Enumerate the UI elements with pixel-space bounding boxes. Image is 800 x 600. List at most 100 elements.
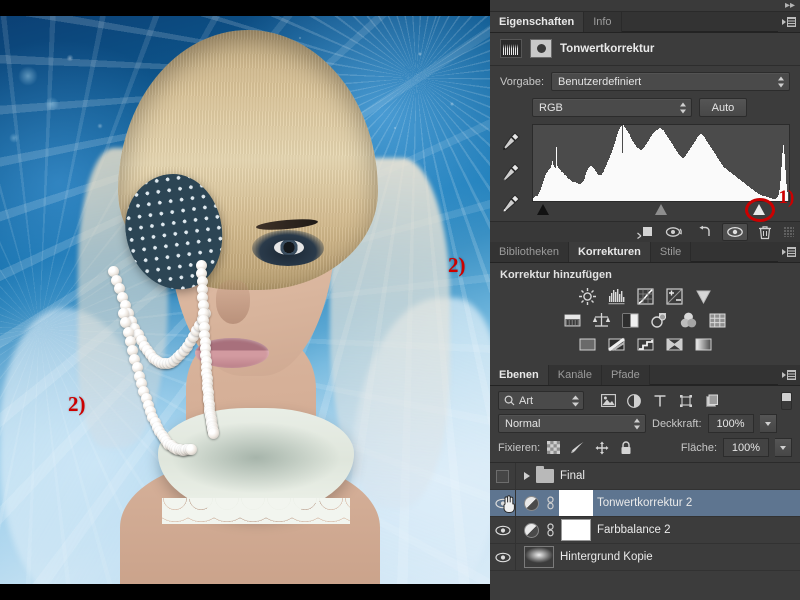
tab-pfade[interactable]: Pfade xyxy=(602,365,650,385)
layer-list[interactable]: Final Tonwertkorrektur 2 Farbbalance 2 Hint… xyxy=(490,462,800,600)
properties-footer xyxy=(490,221,800,242)
curves-icon[interactable] xyxy=(634,286,656,306)
set-white-point-eyedropper[interactable] xyxy=(500,192,522,214)
fill-value[interactable]: 100% xyxy=(723,438,769,457)
lock-transparency-icon[interactable] xyxy=(546,440,561,455)
reset-icon[interactable] xyxy=(692,223,718,241)
black-point-handle[interactable] xyxy=(536,204,550,215)
photo-filter-icon[interactable] xyxy=(649,310,671,330)
layer-mask-thumbnail[interactable] xyxy=(559,490,593,516)
filter-kind-select[interactable]: Art xyxy=(498,391,584,410)
tabbar-filler xyxy=(691,242,778,262)
layer-mask-icon[interactable] xyxy=(530,39,552,58)
vibrance-icon[interactable] xyxy=(692,286,714,306)
tab-kanaele[interactable]: Kanäle xyxy=(548,365,602,385)
image-nose xyxy=(216,280,250,324)
layer-row[interactable]: Final xyxy=(490,463,800,490)
lock-image-pixels-icon[interactable] xyxy=(570,440,585,455)
layer-row-content[interactable]: Hintergrund Kopie xyxy=(516,546,800,568)
layer-row[interactable]: Farbbalance 2 xyxy=(490,517,800,544)
adjustments-row-1 xyxy=(500,286,790,306)
lock-all-icon[interactable] xyxy=(618,440,633,455)
image-lace-feather-collar xyxy=(158,408,354,524)
tab-korrekturen[interactable]: Korrekturen xyxy=(568,242,651,262)
white-point-handle[interactable] xyxy=(752,204,766,215)
posterize-icon[interactable] xyxy=(605,334,627,354)
filter-enable-toggle[interactable] xyxy=(781,391,792,410)
layer-visibility-off[interactable] xyxy=(490,463,516,489)
image-letterbox-top xyxy=(0,8,490,16)
canvas-area[interactable]: 2) 2) xyxy=(0,0,490,600)
collapse-panels-icon[interactable]: ▸▸ xyxy=(785,0,795,12)
histogram-bars xyxy=(533,125,789,201)
layer-row[interactable]: Hintergrund Kopie xyxy=(490,544,800,571)
document-image[interactable] xyxy=(0,8,490,592)
layer-row[interactable]: Tonwertkorrektur 2 xyxy=(490,490,800,517)
threshold-icon[interactable] xyxy=(634,334,656,354)
filter-type-icon[interactable] xyxy=(652,393,668,409)
layer-visibility-eye-icon[interactable] xyxy=(490,517,516,543)
layer-visibility-eye-icon[interactable] xyxy=(490,544,516,570)
set-black-point-eyedropper[interactable] xyxy=(500,130,522,152)
annotation-1: 1) xyxy=(778,187,795,208)
layer-visibility-empty-box[interactable] xyxy=(496,469,509,483)
layer-row-content[interactable]: Tonwertkorrektur 2 xyxy=(516,490,800,516)
adjustment-layer-thumbnail[interactable] xyxy=(524,495,539,511)
properties-panel-menu-button[interactable] xyxy=(778,12,800,32)
auto-button[interactable]: Auto xyxy=(699,98,747,117)
set-gray-point-eyedropper[interactable] xyxy=(500,161,522,183)
annotation-2-left: 2) xyxy=(68,392,86,416)
layer-name: Farbbalance 2 xyxy=(597,524,671,536)
gray-point-handle[interactable] xyxy=(654,204,668,215)
filter-pixel-icon[interactable] xyxy=(600,393,616,409)
blend-mode-select[interactable]: Normal xyxy=(498,414,646,433)
adjustments-row-2 xyxy=(500,310,790,330)
hue-saturation-icon[interactable] xyxy=(562,310,584,330)
layer-row-content[interactable]: Final xyxy=(516,466,800,483)
black-white-icon[interactable] xyxy=(620,310,642,330)
channel-select[interactable]: RGB xyxy=(532,98,692,117)
layers-panel-menu-button[interactable] xyxy=(778,365,800,385)
folder-icon xyxy=(536,466,554,483)
group-expand-arrow-icon[interactable] xyxy=(524,472,530,480)
tab-stile[interactable]: Stile xyxy=(650,242,692,262)
filter-shape-icon[interactable] xyxy=(678,393,694,409)
color-balance-icon[interactable] xyxy=(591,310,613,330)
clip-to-layer-icon[interactable] xyxy=(632,223,658,241)
fill-stepper[interactable] xyxy=(775,438,792,457)
channel-mixer-icon[interactable] xyxy=(678,310,700,330)
adjustment-layer-thumbnail[interactable] xyxy=(524,522,539,538)
view-previous-state-icon[interactable] xyxy=(662,223,688,241)
brightness-contrast-icon[interactable] xyxy=(576,286,598,306)
properties-panel: Eigenschaften Info Tonwertkorrektur Vorg… xyxy=(490,12,800,242)
preset-row: Vorgabe: Benutzerdefiniert xyxy=(500,72,790,91)
opacity-stepper[interactable] xyxy=(759,414,777,433)
filter-adjustment-icon[interactable] xyxy=(626,393,642,409)
delete-adjustment-layer-icon[interactable] xyxy=(752,223,778,241)
selective-color-icon[interactable] xyxy=(663,334,685,354)
opacity-value[interactable]: 100% xyxy=(707,414,754,433)
gradient-map-icon[interactable] xyxy=(692,334,714,354)
exposure-icon[interactable] xyxy=(663,286,685,306)
adjustments-panel-menu-button[interactable] xyxy=(778,242,800,262)
lock-position-icon[interactable] xyxy=(594,440,609,455)
preset-select[interactable]: Benutzerdefiniert xyxy=(551,72,790,91)
mask-link-icon[interactable] xyxy=(545,496,555,511)
levels-icon[interactable] xyxy=(605,286,627,306)
panel-collapse-strip[interactable]: ▸▸ xyxy=(490,0,800,12)
layer-thumbnail[interactable] xyxy=(524,546,554,568)
filter-smart-object-icon[interactable] xyxy=(704,393,720,409)
tab-ebenen[interactable]: Ebenen xyxy=(490,365,549,385)
panel-resize-grip[interactable] xyxy=(784,227,794,237)
mask-link-icon[interactable] xyxy=(545,523,555,538)
input-levels-slider[interactable] xyxy=(532,198,790,222)
tab-info[interactable]: Info xyxy=(584,12,622,32)
tab-eigenschaften[interactable]: Eigenschaften xyxy=(490,12,585,32)
layer-row-content[interactable]: Farbbalance 2 xyxy=(516,519,800,541)
layer-mask-thumbnail[interactable] xyxy=(561,519,591,541)
invert-icon[interactable] xyxy=(576,334,598,354)
toggle-layer-visibility-icon[interactable] xyxy=(722,223,748,241)
color-lookup-icon[interactable] xyxy=(707,310,729,330)
tab-bibliotheken[interactable]: Bibliotheken xyxy=(490,242,569,262)
opacity-label: Deckkraft: xyxy=(652,417,702,430)
